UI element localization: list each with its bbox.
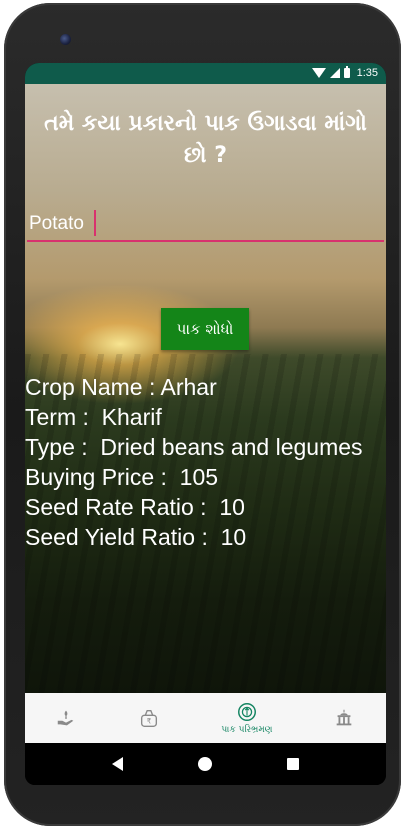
search-crop-button[interactable]: પાક શોધો	[161, 308, 249, 350]
battery-icon	[343, 66, 350, 78]
crop-result: Crop Name : Arhar Term : Kharif Type : D…	[25, 372, 380, 552]
nav-item-crop-rotation[interactable]: પાક પરિભ્રમણ	[221, 701, 273, 735]
svg-text:₹: ₹	[147, 717, 152, 726]
bottom-navigation: ₹ પાક પરિભ્રમણ	[25, 693, 386, 743]
text-cursor	[94, 210, 96, 236]
phone-frame: 1:35 તમે કયા પ્રકારનો પાક ઉગાડવા માંગો છ…	[4, 3, 401, 826]
hand-plant-icon	[58, 710, 74, 726]
status-time: 1:35	[356, 67, 378, 79]
buying-price-text: Buying Price : 105	[25, 464, 219, 490]
nav-item-hand-plant[interactable]	[55, 707, 77, 729]
page-title: તમે કયા પ્રકારનો પાક ઉગાડવા માંગો છો ?	[44, 111, 367, 168]
wifi-icon	[311, 68, 326, 78]
screen: 1:35 તમે કયા પ્રકારનો પાક ઉગાડવા માંગો છ…	[25, 63, 386, 785]
front-camera	[60, 34, 71, 45]
seed-yield-ratio-text: Seed Yield Ratio : 10	[25, 524, 247, 550]
seed-rate-ratio-text: Seed Rate Ratio : 10	[25, 494, 245, 520]
term-text: Term : Kharif	[25, 404, 162, 430]
status-bar: 1:35	[25, 63, 386, 84]
signal-icon	[329, 68, 340, 78]
crop-rotation-icon	[237, 703, 256, 721]
system-navigation-bar	[25, 743, 386, 785]
recents-icon[interactable]	[286, 758, 299, 770]
main-content: તમે કયા પ્રકારનો પાક ઉગાડવા માંગો છો ? પ…	[25, 84, 386, 693]
crop-name-text: Crop Name : Arhar	[25, 374, 217, 400]
money-bag-icon: ₹	[141, 709, 158, 727]
nav-item-government-building[interactable]	[333, 707, 355, 729]
crop-search-input[interactable]	[27, 210, 384, 242]
type-text: Type : Dried beans and legumes	[25, 434, 363, 460]
nav-label-crop-rotation: પાક પરિભ્રમણ	[221, 725, 273, 735]
home-icon[interactable]	[197, 757, 212, 771]
nav-item-money-bag[interactable]: ₹	[138, 707, 160, 729]
back-icon[interactable]	[112, 757, 124, 771]
government-building-icon	[337, 709, 352, 726]
